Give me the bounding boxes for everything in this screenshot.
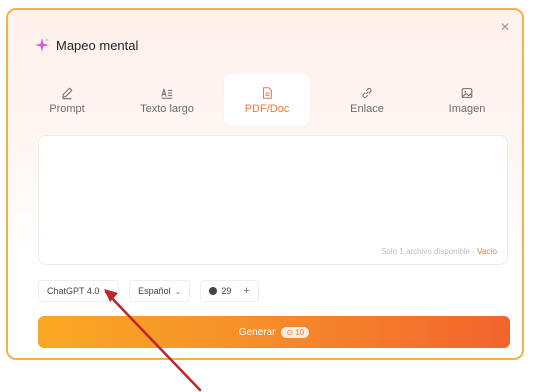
credits-value: 29 — [221, 286, 232, 296]
text-icon — [161, 87, 173, 99]
tab-pdf-doc[interactable]: PDF/Doc — [224, 74, 310, 126]
pen-icon — [62, 87, 73, 99]
tab-label: Enlace — [350, 102, 384, 115]
language-select[interactable]: Español ⌄ — [129, 280, 191, 302]
mind-map-dialog: ✕ Mapeo mental Prompt Texto largo PDF/Do… — [6, 8, 524, 360]
clear-link[interactable]: Vacío — [477, 247, 497, 256]
tab-label: Imagen — [448, 102, 486, 115]
document-drop-area[interactable]: Solo 1 archivo disponible · Vacío — [38, 135, 508, 265]
tab-label: Texto largo — [140, 102, 194, 115]
generate-cost-value: 10 — [295, 327, 305, 337]
image-icon — [461, 87, 473, 98]
add-credits-button[interactable]: + — [243, 285, 249, 297]
link-icon — [362, 87, 372, 98]
generate-label: Generar — [238, 326, 276, 338]
source-tabs: Prompt Texto largo PDF/Doc Enlace Imagen — [24, 74, 510, 130]
document-icon — [262, 86, 272, 99]
generate-cost-badge: ⊙ 10 — [281, 326, 310, 338]
credit-icon — [209, 287, 218, 295]
file-status: Solo 1 archivo disponible · Vacío — [381, 247, 497, 256]
tab-prompt[interactable]: Prompt — [24, 74, 110, 126]
model-select[interactable]: ChatGPT 4.0 ⌄ — [38, 280, 120, 302]
credits-counter: 29 + — [200, 280, 259, 302]
model-select-value: ChatGPT 4.0 — [47, 286, 100, 296]
sparkle-icon — [35, 38, 49, 52]
page: ✕ Mapeo mental Prompt Texto largo PDF/Do… — [0, 0, 533, 392]
tab-image[interactable]: Imagen — [424, 74, 510, 126]
language-select-value: Español — [138, 286, 171, 296]
chevron-down-icon: ⌄ — [174, 286, 182, 296]
file-status-text: Solo 1 archivo disponible · — [381, 247, 478, 256]
tab-label: PDF/Doc — [244, 102, 290, 115]
tab-link[interactable]: Enlace — [324, 74, 410, 126]
generate-button[interactable]: Generar ⊙ 10 — [38, 316, 510, 348]
dialog-title: Mapeo mental — [56, 37, 139, 53]
generation-controls: ChatGPT 4.0 ⌄ Español ⌄ 29 + — [38, 280, 259, 302]
tab-label: Prompt — [49, 102, 85, 115]
close-icon[interactable]: ✕ — [498, 20, 512, 34]
chevron-down-icon: ⌄ — [103, 286, 111, 296]
tab-long-text[interactable]: Texto largo — [124, 74, 210, 126]
dialog-header: Mapeo mental — [34, 37, 138, 53]
